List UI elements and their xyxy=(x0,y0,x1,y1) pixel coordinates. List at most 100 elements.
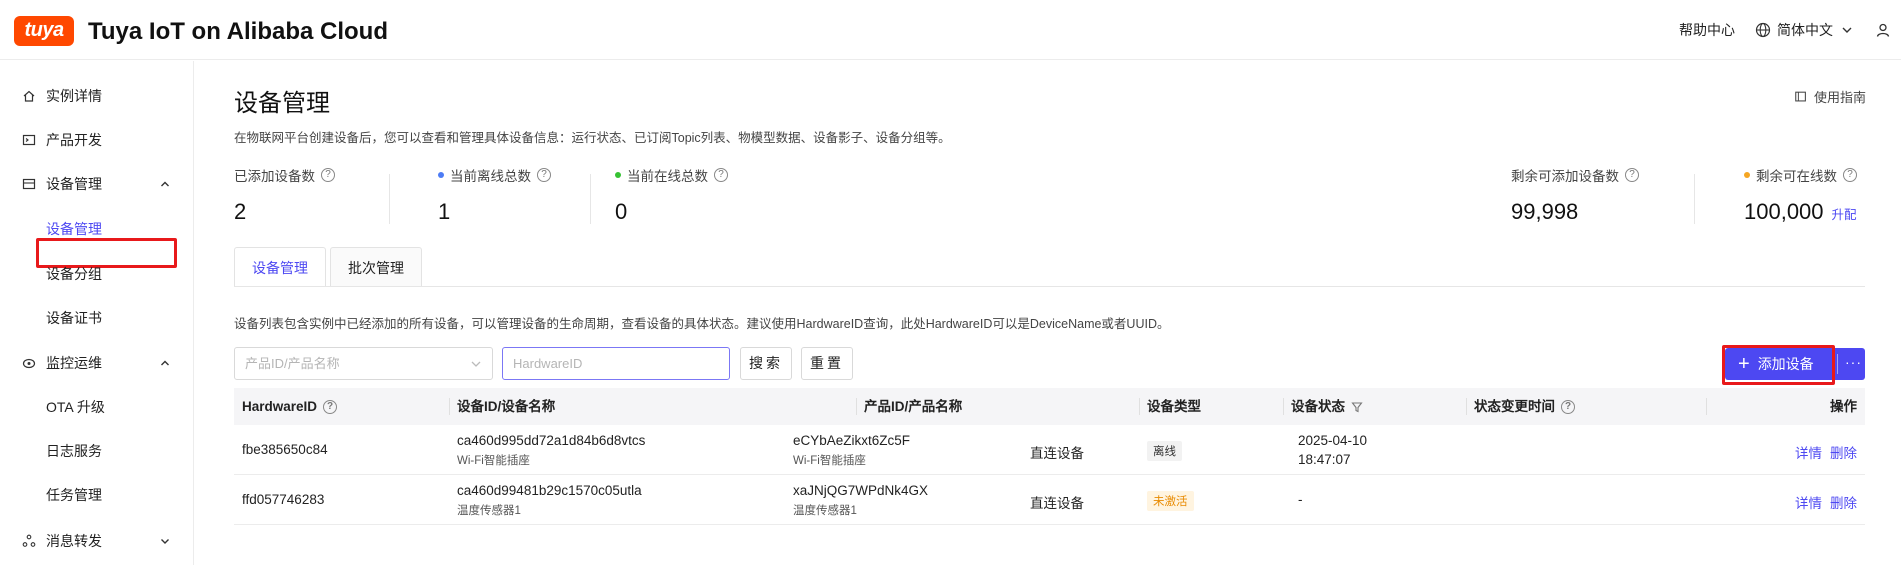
sidebar-item-ota[interactable]: OTA 升级 xyxy=(0,387,194,427)
upgrade-link[interactable]: 升配 xyxy=(1832,208,1857,222)
sidebar-item-label: 监控运维 xyxy=(46,355,102,371)
cell-actions: 详情 删除 xyxy=(1787,442,1857,462)
device-name: Wi-Fi智能插座 xyxy=(457,455,530,467)
device-id[interactable]: ca460d995dd72a1d84b6d8vtcs xyxy=(457,433,645,448)
tab-batch-management[interactable]: 批次管理 xyxy=(330,247,422,287)
help-icon[interactable]: ? xyxy=(323,399,338,414)
column-divider xyxy=(1139,398,1140,415)
help-icon[interactable]: ? xyxy=(1625,168,1639,182)
sidebar-item-task-mgmt[interactable]: 任务管理 xyxy=(0,475,194,515)
cell-product: eCYbAeZikxt6Zc5F Wi-Fi智能插座 xyxy=(793,433,910,468)
help-icon[interactable]: ? xyxy=(1561,399,1575,414)
cell-device-type: 直连设备 xyxy=(1030,446,1084,461)
tab-bar: 设备管理 批次管理 xyxy=(234,247,426,287)
sidebar-item-label: 设备管理 xyxy=(46,176,102,192)
product-filter-select[interactable]: 产品ID/产品名称 xyxy=(234,347,493,380)
language-selector[interactable]: 简体中文 xyxy=(1755,20,1855,40)
cell-device: ca460d995dd72a1d84b6d8vtcs Wi-Fi智能插座 xyxy=(457,433,645,468)
help-icon[interactable]: ? xyxy=(1843,168,1857,182)
delete-link[interactable]: 删除 xyxy=(1830,496,1857,511)
column-header-actions: 操作 xyxy=(1830,388,1857,425)
highlight-box-add-device xyxy=(1722,345,1835,385)
help-icon[interactable]: ? xyxy=(321,168,335,182)
hardware-id-input[interactable] xyxy=(502,347,730,380)
header-label: HardwareID xyxy=(242,399,318,414)
stat-label: 当前离线总数 xyxy=(450,169,531,184)
status-badge: 离线 xyxy=(1147,441,1182,461)
sidebar-item-device-cert[interactable]: 设备证书 xyxy=(0,298,194,338)
sidebar-item-label: OTA 升级 xyxy=(46,399,105,415)
help-icon[interactable]: ? xyxy=(537,168,551,182)
chevron-up-icon xyxy=(161,360,169,366)
message-forward-icon xyxy=(22,534,36,547)
cell-status: 未激活 xyxy=(1147,491,1194,511)
search-button[interactable]: 搜索 xyxy=(740,347,792,380)
stat-value: 0 xyxy=(615,199,628,224)
remaining-dot-icon xyxy=(1744,172,1750,178)
column-divider xyxy=(1283,398,1284,415)
sidebar-item-label: 设备管理 xyxy=(46,221,102,237)
list-description: 设备列表包含实例中已经添加的所有设备，可以管理设备的生命周期，查看设备的具体状态… xyxy=(234,317,1170,331)
usage-guide-label: 使用指南 xyxy=(1813,90,1866,105)
sidebar-item-device-group[interactable]: 设备分组 xyxy=(0,254,194,294)
sidebar-item-log-service[interactable]: 日志服务 xyxy=(0,431,194,471)
column-header-device-id: 设备ID/设备名称 xyxy=(457,388,555,425)
product-name: 温度传感器1 xyxy=(793,505,857,517)
tabs-divider xyxy=(234,286,1865,287)
stat-label: 当前在线总数 xyxy=(627,169,708,184)
device-id[interactable]: ca460d99481b29c1570c05utla xyxy=(457,483,642,498)
online-dot-icon xyxy=(615,172,621,178)
user-icon[interactable] xyxy=(1875,22,1891,38)
language-label: 简体中文 xyxy=(1777,22,1833,38)
sidebar-item-monitoring[interactable]: 监控运维 xyxy=(0,343,194,383)
device-table: HardwareID? 设备ID/设备名称 产品ID/产品名称 设备类型 设备状… xyxy=(234,388,1865,525)
column-header-device-status: 设备状态 xyxy=(1291,388,1363,425)
stat-online-total: 当前在线总数? 0 xyxy=(615,165,728,225)
product-id[interactable]: eCYbAeZikxt6Zc5F xyxy=(793,433,910,448)
detail-link[interactable]: 详情 xyxy=(1795,496,1822,511)
cell-hardware-id: ffd057746283 xyxy=(242,492,325,507)
detail-link[interactable]: 详情 xyxy=(1795,446,1822,461)
column-header-hardware-id: HardwareID? xyxy=(242,388,338,425)
status-date: 2025-04-10 xyxy=(1298,433,1368,448)
top-bar: tuya Tuya IoT on Alibaba Cloud 帮助中心 简体中文 xyxy=(0,0,1901,60)
cell-device-type: 直连设备 xyxy=(1030,496,1084,511)
reset-button[interactable]: 重置 xyxy=(801,347,853,380)
chevron-down-icon xyxy=(161,539,169,544)
chevron-up-icon xyxy=(161,181,169,187)
sidebar-item-device-mgmt-group[interactable]: 设备管理 xyxy=(0,164,194,204)
stat-value-row: 100,000 升配 xyxy=(1744,199,1857,225)
stat-value: 2 xyxy=(234,199,247,224)
divider xyxy=(389,174,390,224)
delete-link[interactable]: 删除 xyxy=(1830,446,1857,461)
status-date: - xyxy=(1298,492,1303,507)
table-header: HardwareID? 设备ID/设备名称 产品ID/产品名称 设备类型 设备状… xyxy=(234,388,1865,425)
filter-icon[interactable] xyxy=(1351,401,1363,413)
header-label: 状态变更时间 xyxy=(1474,399,1555,414)
tuya-logo[interactable]: tuya xyxy=(14,16,74,46)
more-options-button[interactable]: ··· xyxy=(1845,354,1862,370)
status-clock: 18:47:07 xyxy=(1298,452,1351,467)
sidebar-item-message-forward[interactable]: 消息转发 xyxy=(0,521,194,561)
tab-device-management[interactable]: 设备管理 xyxy=(234,247,326,287)
column-header-device-type: 设备类型 xyxy=(1147,388,1201,425)
column-divider xyxy=(1466,398,1467,415)
globe-icon xyxy=(1755,22,1771,38)
stat-label: 剩余可添加设备数 xyxy=(1511,169,1619,184)
chevron-down-icon xyxy=(471,361,481,367)
help-icon[interactable]: ? xyxy=(714,168,728,182)
main-content: 设备管理 使用指南 在物联网平台创建设备后，您可以查看和管理具体设备信息：运行状… xyxy=(195,61,1901,565)
usage-guide-link[interactable]: 使用指南 xyxy=(1794,87,1866,106)
table-row: fbe385650c84 ca460d995dd72a1d84b6d8vtcs … xyxy=(234,425,1865,475)
sidebar-item-instance-details[interactable]: 实例详情 xyxy=(0,76,194,116)
stat-offline-total: 当前离线总数? 1 xyxy=(438,165,551,225)
product-id[interactable]: xaJNjQG7WPdNk4GX xyxy=(793,483,928,498)
stat-value: 100,000 xyxy=(1744,199,1824,224)
offline-dot-icon xyxy=(438,172,444,178)
help-center-link[interactable]: 帮助中心 xyxy=(1679,20,1735,40)
stat-remaining-online: 剩余可在线数? 100,000 升配 xyxy=(1744,165,1857,225)
book-icon xyxy=(1795,91,1806,101)
cell-status-time: - xyxy=(1298,492,1303,507)
sidebar-item-product-dev[interactable]: 产品开发 xyxy=(0,120,194,160)
device-name: 温度传感器1 xyxy=(457,505,521,517)
